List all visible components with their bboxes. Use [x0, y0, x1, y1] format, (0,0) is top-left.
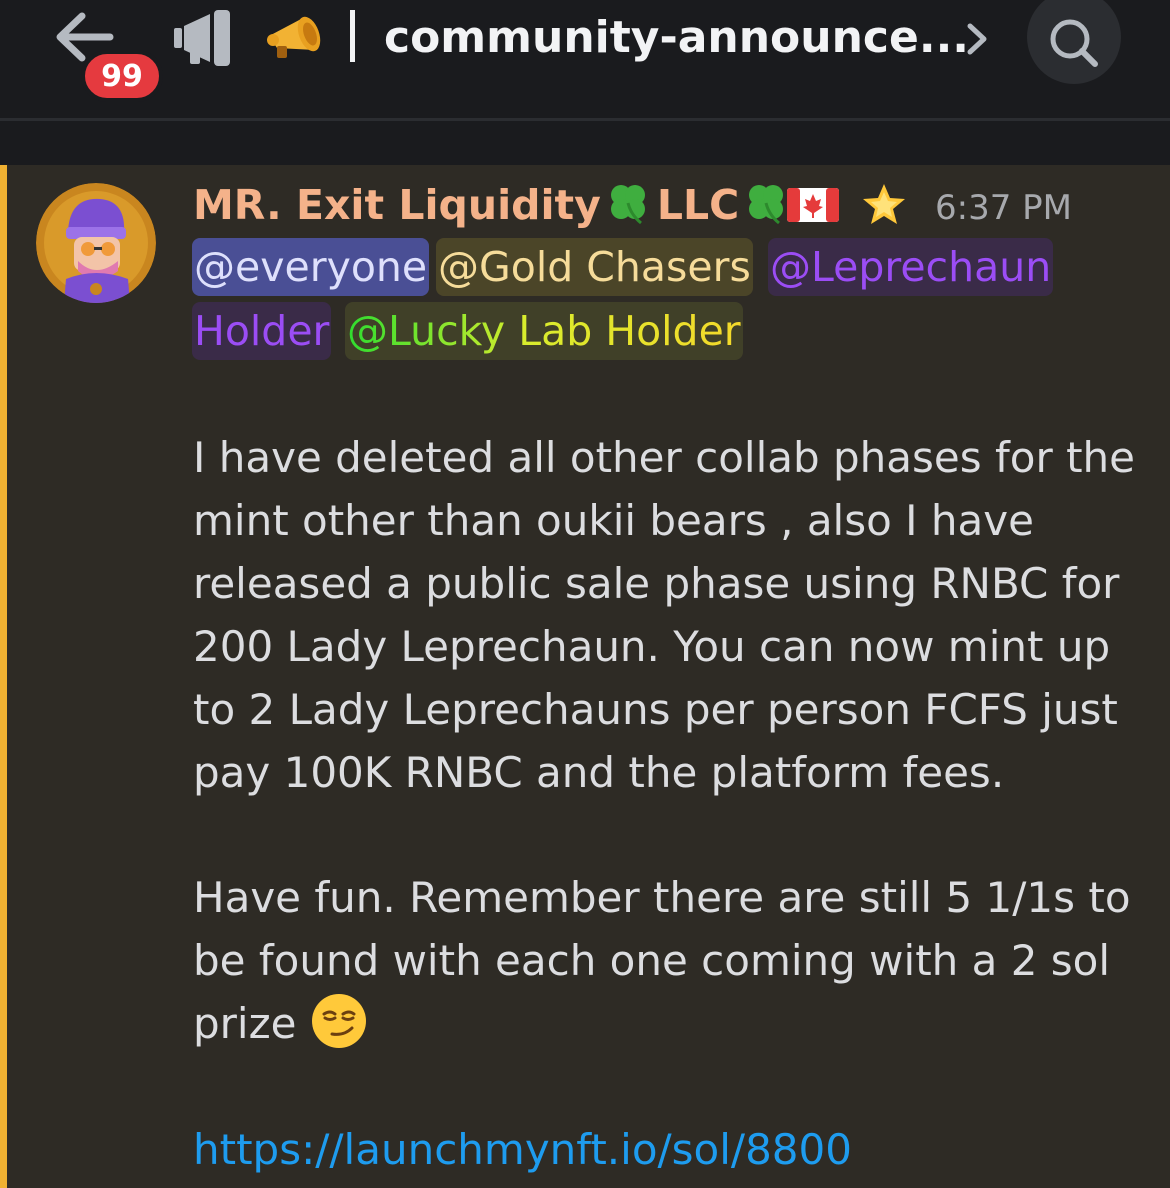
title-divider: [350, 10, 355, 62]
unread-count-badge: 99: [81, 50, 163, 102]
four-leaf-clover-emoji: [610, 185, 645, 225]
search-button[interactable]: [1027, 0, 1121, 84]
mention-leprechaun-holder[interactable]: @Leprechaun: [768, 238, 1054, 296]
message-link[interactable]: https://launchmynft.io/sol/8800: [193, 1118, 852, 1181]
glowing-star-icon: [858, 180, 910, 230]
chevron-right-icon[interactable]: [962, 18, 992, 60]
mention-gold-chasers[interactable]: @Gold Chasers: [436, 238, 753, 296]
mention-leprechaun-holder-cont[interactable]: Holder: [192, 302, 332, 360]
channel-header: 99 community-announce...: [0, 0, 1170, 118]
announcement-megaphone-icon: [170, 6, 236, 68]
channel-name[interactable]: community-announce...: [384, 6, 969, 70]
message-paragraph-2: Have fun. Remember there are still 5 1/1…: [193, 866, 1153, 1055]
megaphone-emoji: [263, 6, 329, 66]
mention-lucky-lab-holder[interactable]: @Lucky Lab Holder: [345, 302, 743, 360]
search-icon: [1050, 19, 1098, 67]
canada-flag-icon: [787, 188, 839, 222]
smirking-face-emoji: [311, 994, 366, 1048]
message-timestamp: 6:37 PM: [935, 188, 1072, 228]
message-paragraph-1: I have deleted all other collab phases f…: [193, 433, 1136, 797]
avatar[interactable]: [36, 183, 156, 303]
message-list-top: [0, 121, 1170, 165]
mention-highlight-bar: [0, 165, 7, 1188]
mention-everyone[interactable]: @everyone: [192, 238, 430, 296]
author-name-part1: MR. Exit Liquidity: [193, 181, 601, 229]
message-author[interactable]: MR. Exit Liquidity LLC: [193, 176, 795, 234]
author-name-part2: LLC: [656, 181, 740, 229]
mention-lucky-lab-label: @Lucky Lab Holder: [347, 307, 741, 355]
